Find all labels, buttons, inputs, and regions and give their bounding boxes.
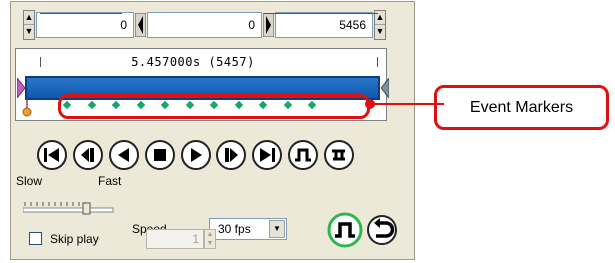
callout-connector [365, 99, 444, 109]
play-reverse-icon [118, 148, 129, 162]
stop-button[interactable] [145, 140, 175, 170]
loop-icon [295, 148, 311, 162]
play-icon [191, 148, 202, 162]
fps-select[interactable]: 30 fps ▼ [209, 218, 287, 240]
duration-tick-left [40, 57, 41, 67]
loop-button[interactable] [288, 140, 318, 170]
step-back-icon [81, 148, 94, 162]
end-field[interactable]: 5456 [275, 12, 373, 38]
duration-label: 5.457000s (5457) [131, 55, 255, 69]
play-button[interactable] [181, 140, 211, 170]
duration-line-right [264, 13, 378, 14]
skip-play-checkbox[interactable] [29, 232, 42, 245]
current-field[interactable]: 0 [147, 12, 262, 38]
slow-label: Slow [16, 174, 43, 188]
ping-pong-button[interactable] [324, 140, 354, 170]
spin-up-icon[interactable]: ▲ [24, 11, 34, 25]
playhead-icon[interactable] [22, 99, 32, 119]
go-to-end-button[interactable] [252, 140, 282, 170]
spin-down-icon[interactable]: ▼ [24, 25, 34, 38]
callout-label: Event Markers [469, 99, 574, 116]
step-forward-icon [225, 148, 238, 162]
loop-mode-toggle[interactable] [327, 212, 363, 248]
chevron-down-icon[interactable]: ▼ [269, 220, 285, 238]
end-spinner[interactable]: ▲ ▼ [374, 10, 386, 40]
step-back-button[interactable] [73, 140, 103, 170]
start-spinner[interactable]: ▲ ▼ [23, 10, 35, 40]
fps-value: 30 fps [218, 222, 251, 236]
go-to-start-button[interactable] [37, 140, 67, 170]
duration-line-left [40, 13, 122, 14]
speed-slider[interactable] [23, 196, 115, 216]
skip-play-label: Skip play [50, 232, 99, 246]
start-field[interactable]: 0 [36, 12, 134, 38]
event-markers-highlight [58, 94, 370, 119]
step-forward-button[interactable] [216, 140, 246, 170]
ping-pong-icon [332, 149, 345, 161]
skip-play-field[interactable]: 1 [146, 229, 204, 249]
skip-play-spinner[interactable]: ▲ ▼ [204, 229, 216, 249]
end-handle-icon[interactable] [263, 13, 274, 37]
stop-icon [154, 149, 166, 161]
go-to-end-icon [260, 148, 275, 162]
spin-down-icon[interactable]: ▼ [375, 25, 385, 38]
start-handle-icon[interactable] [135, 13, 146, 37]
duration-tick-right [377, 57, 378, 67]
go-to-start-icon [44, 148, 59, 162]
play-reverse-button[interactable] [109, 140, 139, 170]
fast-label: Fast [98, 174, 122, 188]
right-range-marker-icon[interactable] [381, 78, 389, 98]
return-mode-toggle[interactable] [366, 214, 398, 246]
left-range-marker-icon[interactable] [17, 78, 25, 98]
